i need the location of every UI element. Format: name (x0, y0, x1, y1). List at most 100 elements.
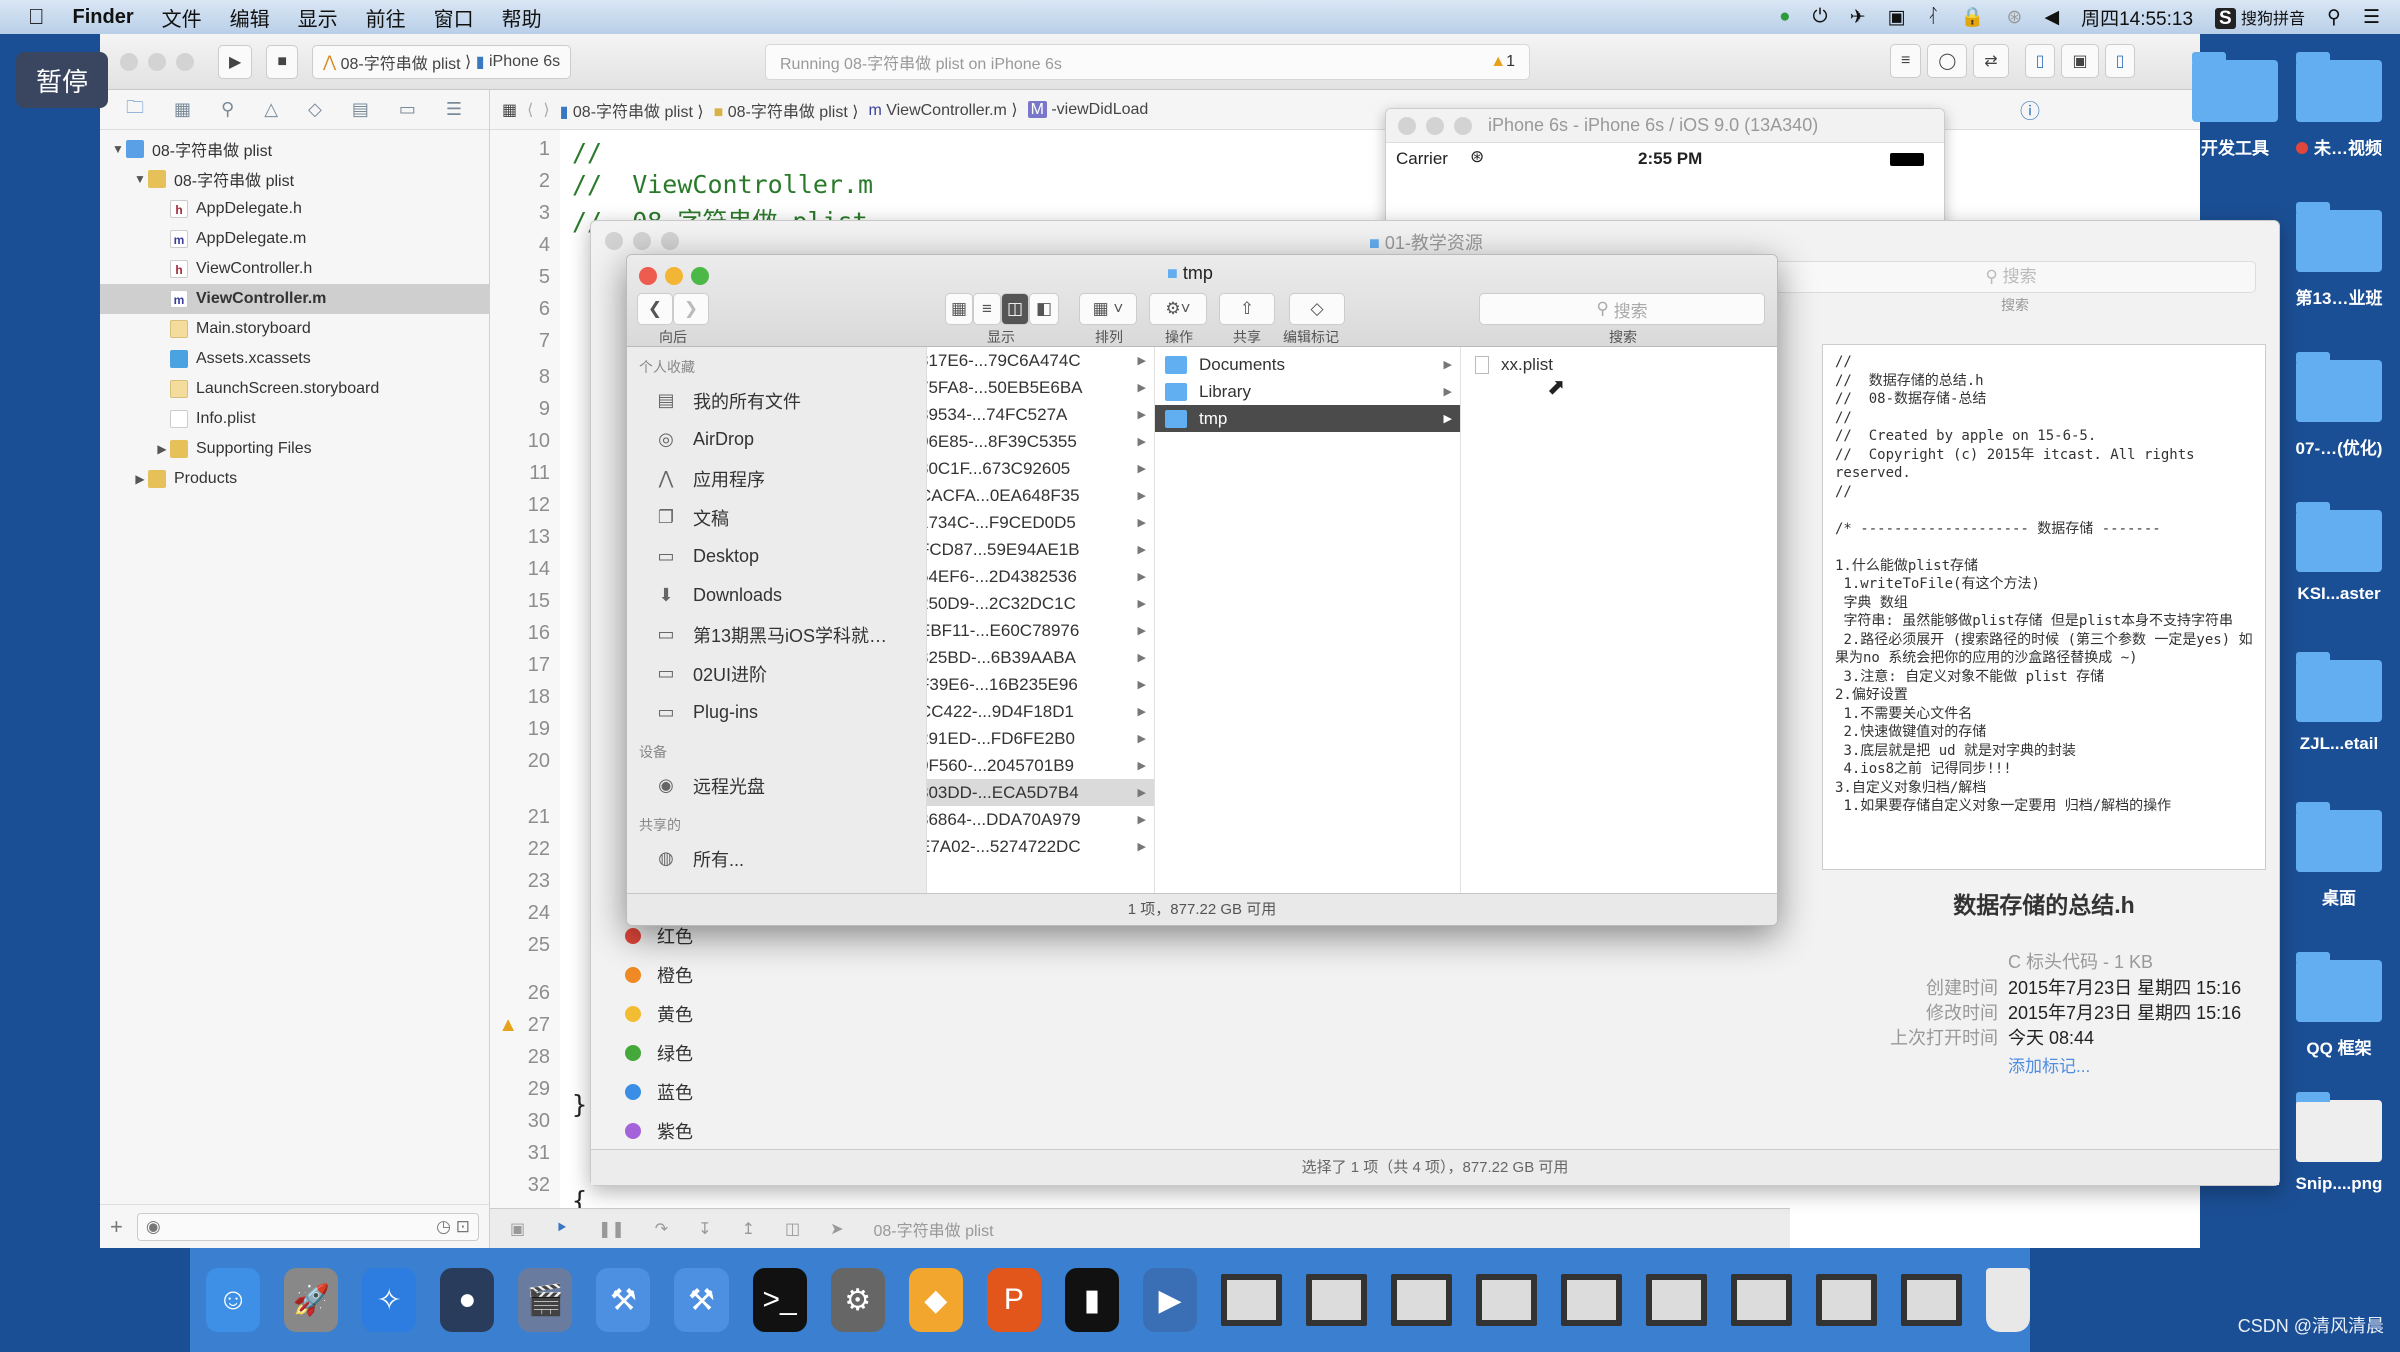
add-file-button[interactable]: + (110, 1214, 123, 1240)
standard-editor-button[interactable]: ≡ (1890, 44, 1922, 78)
scm-filter-icon[interactable]: ⊡ (456, 1217, 470, 1236)
toggle-utilities-button[interactable]: ▯ (2104, 44, 2136, 78)
menu-view[interactable]: 显示 (298, 3, 338, 32)
jump-file[interactable]: m ViewController.m ⟩ (868, 100, 1017, 120)
dock-console-icon[interactable]: ▮ (1064, 1268, 1119, 1332)
recent-files-icon[interactable]: ◷ (436, 1217, 451, 1236)
help-icon[interactable]: ⓘ (2020, 95, 2040, 124)
column-item[interactable]: CACFA...0EA648F35 ▶ (927, 482, 1154, 509)
notification-center-icon[interactable]: ☰ (2363, 6, 2380, 29)
minimized-window-icon[interactable] (1646, 1274, 1708, 1326)
disclosure-open-icon[interactable]: ▼ (132, 172, 148, 186)
dock-pages-icon[interactable]: P (986, 1268, 1041, 1332)
issue-nav-icon[interactable]: △ (264, 99, 278, 120)
forward-nav-button[interactable]: ⟩ (543, 100, 549, 120)
finder-minimize-button[interactable] (665, 267, 683, 285)
sidebar-item[interactable]: ◍ 所有... (627, 839, 926, 878)
navigator-item[interactable]: h AppDelegate.h (100, 194, 489, 224)
sidebar-item[interactable]: ◉ 远程光盘 (627, 766, 926, 805)
navigator-item[interactable]: m ViewController.m (100, 284, 489, 314)
sidebar-item[interactable]: ▭ 第13期黑马iOS学科就… (627, 615, 926, 654)
jump-method[interactable]: M -viewDidLoad (1027, 100, 1148, 119)
version-editor-button[interactable]: ⇄ (1973, 44, 2009, 78)
pause-icon[interactable]: ❚❚ (598, 1219, 625, 1239)
minimized-window-icon[interactable] (1561, 1274, 1623, 1326)
share-button[interactable]: ⇧ (1219, 293, 1275, 325)
lock-icon[interactable]: 🔒 (1961, 5, 1985, 29)
related-items-icon[interactable]: ▦ (502, 100, 517, 120)
sidebar-item[interactable]: ▭ Plug-ins (627, 693, 926, 732)
add-tags-link[interactable]: 添加标记... (2008, 1052, 2090, 1077)
clock[interactable]: 周四14:55:13 (2081, 4, 2193, 31)
column-item[interactable]: E7A02-...5274722DC ▶ (927, 833, 1154, 860)
code-line-1[interactable]: // (572, 138, 602, 167)
menu-edit[interactable]: 编辑 (230, 3, 270, 32)
minimized-window-icon[interactable] (1731, 1274, 1793, 1326)
desktop-item[interactable]: 未…视频 (2284, 52, 2394, 159)
navigator-item[interactable]: ▼ 08-字符串做 plist (100, 134, 489, 164)
project-nav-icon[interactable]: 🗀 (126, 95, 144, 125)
navigator-item[interactable]: Info.plist (100, 404, 489, 434)
dock-xcode-icon[interactable]: ⚒ (596, 1268, 651, 1332)
sidebar-item[interactable]: ⋀ 应用程序 (627, 459, 926, 498)
column-item[interactable]: F39E6-...16B235E96 ▶ (927, 671, 1154, 698)
column-item[interactable]: EBF11-...E60C78976 ▶ (927, 617, 1154, 644)
back-nav-button[interactable]: ⟨ (527, 100, 533, 120)
view-list-button[interactable]: ≡ (973, 293, 1001, 325)
column-item[interactable]: 1734C-...F9CED0D5 ▶ (927, 509, 1154, 536)
back-search-field[interactable]: ⚲ 搜索 (1766, 261, 2256, 293)
back-zoom-button[interactable] (661, 232, 679, 250)
column-item[interactable]: 325BD-...6B39AABA ▶ (927, 644, 1154, 671)
column-item[interactable]: FCD87...59E94AE1B ▶ (927, 536, 1154, 563)
run-button[interactable]: ▶ (218, 44, 253, 79)
navigator-item[interactable]: m AppDelegate.m (100, 224, 489, 254)
menu-app-name[interactable]: Finder (73, 6, 134, 29)
column-item[interactable]: 291ED-...FD6FE2B0 ▶ (927, 725, 1154, 752)
spotlight-icon[interactable]: ⚲ (2327, 6, 2341, 29)
pause-badge[interactable]: 暂停 (16, 52, 108, 108)
sidebar-item[interactable]: ◎ AirDrop (627, 420, 926, 459)
navigator-item[interactable]: Main.storyboard (100, 314, 489, 344)
desktop-item[interactable]: QQ 框架 (2284, 952, 2394, 1059)
minimized-window-icon[interactable] (1476, 1274, 1538, 1326)
close-button[interactable] (120, 52, 138, 71)
tag-item[interactable]: 紫色 (591, 1111, 871, 1150)
hide-debug-icon[interactable]: ▣ (510, 1219, 525, 1239)
navigator-item[interactable]: LaunchScreen.storyboard (100, 374, 489, 404)
navigator-item[interactable]: h ViewController.h (100, 254, 489, 284)
dock-terminal-icon[interactable]: >_ (752, 1268, 807, 1332)
trash-icon[interactable] (1986, 1268, 2030, 1332)
tag-item[interactable]: 蓝色 (591, 1072, 871, 1111)
disclosure-closed-icon[interactable]: ▶ (132, 472, 148, 486)
desktop-item[interactable]: Snip....png (2284, 1092, 2394, 1194)
camera-icon[interactable]: ▣ (1888, 6, 1906, 29)
step-out-icon[interactable]: ↥ (742, 1219, 755, 1239)
column-item[interactable]: 54EF6-...2D4382536 ▶ (927, 563, 1154, 590)
report-nav-icon[interactable]: ☰ (446, 99, 462, 120)
assistant-editor-button[interactable]: ◯ (1927, 44, 1968, 78)
search-field[interactable]: ⚲ 搜索 (1479, 293, 1765, 325)
desktop-item[interactable]: 开发工具 (2180, 52, 2290, 159)
dock-system-preferences-icon[interactable]: ⚙ (830, 1268, 885, 1332)
forward-button[interactable]: ❯ (673, 293, 709, 325)
tag-item[interactable]: 黄色 (591, 994, 871, 1033)
column-item[interactable]: 317E6-...79C6A474C ▶ (927, 347, 1154, 374)
desktop-item[interactable]: 桌面 (2284, 802, 2394, 909)
sim-zoom-button[interactable] (1454, 116, 1472, 135)
apple-menu-icon[interactable]:  (28, 4, 45, 30)
column-item[interactable]: CC422-...9D4F18D1 ▶ (927, 698, 1154, 725)
power-icon[interactable]: ⏻ (1813, 6, 1828, 28)
finder-close-button[interactable] (639, 267, 657, 285)
dock-photo-theater-icon[interactable]: 🎬 (518, 1268, 573, 1332)
dock-quicktime-icon[interactable]: ▶ (1142, 1268, 1198, 1332)
back-button[interactable]: ❮ (637, 293, 673, 325)
sidebar-item[interactable]: ▭ 02UI进阶 (627, 654, 926, 693)
volume-icon[interactable]: ◀ (2044, 6, 2059, 29)
column-item[interactable]: 30C1F...673C92605 ▶ (927, 455, 1154, 482)
minimized-window-icon[interactable] (1391, 1274, 1453, 1326)
navigator-item[interactable]: ▶ Supporting Files (100, 434, 489, 464)
code-line-2[interactable]: // ViewController.m (572, 170, 873, 199)
step-in-icon[interactable]: ↧ (698, 1219, 711, 1239)
column-item[interactable]: 0F560-...2045701B9 ▶ (927, 752, 1154, 779)
scheme-selector[interactable]: ⋀ 08-字符串做 plist ⟩ ▮ iPhone 6s (311, 44, 572, 79)
